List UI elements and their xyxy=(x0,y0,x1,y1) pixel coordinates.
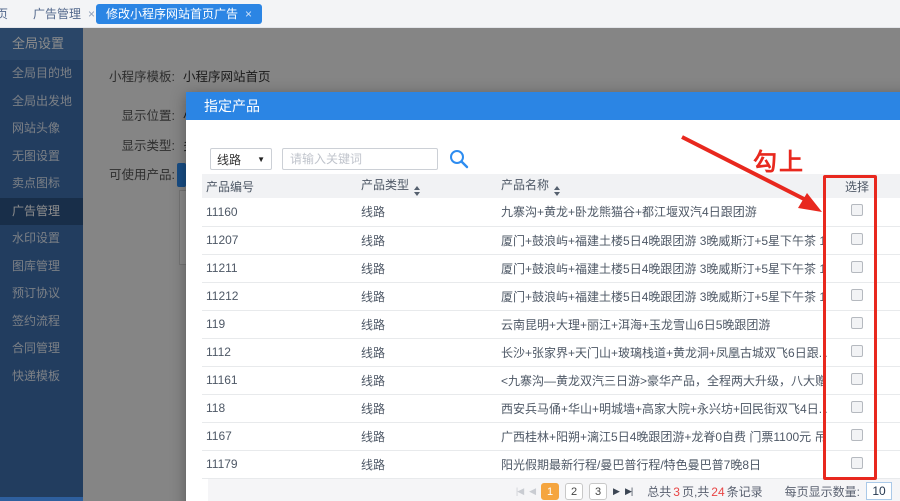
last-page-icon[interactable]: ▶| xyxy=(622,486,635,497)
first-page-icon[interactable]: |◀ xyxy=(513,486,526,497)
product-type-cell: 线路 xyxy=(357,450,497,478)
column-header-product-id: 产品编号 xyxy=(202,174,357,198)
table-row: 1112线路长沙+张家界+天门山+玻璃栈道+黄龙洞+凤凰古城双飞6日跟... xyxy=(202,338,900,366)
column-label: 产品类型 xyxy=(361,178,409,192)
product-name-cell: 厦门+鼓浪屿+福建土楼5日4晚跟团游 3晚威斯汀+5星下午茶 1... xyxy=(497,226,827,254)
product-name-cell: 广西桂林+阳朔+漓江5日4晚跟团游+龙脊0自费 门票1100元 吊... xyxy=(497,422,827,450)
product-id-cell: 1167 xyxy=(202,422,357,450)
row-checkbox[interactable] xyxy=(851,261,863,273)
table-row: 118线路西安兵马俑+华山+明城墙+高家大院+永兴坊+回民街双飞4日... xyxy=(202,394,900,422)
page-button[interactable]: 3 xyxy=(589,483,607,500)
total-records: 24 xyxy=(711,485,724,499)
column-label: 产品名称 xyxy=(501,178,549,192)
select-product-modal: 指定产品 线路 ▼ xyxy=(186,92,900,501)
column-header-product-name[interactable]: 产品名称 xyxy=(497,174,827,198)
modal-title: 指定产品 xyxy=(186,92,900,120)
product-type-cell: 线路 xyxy=(357,366,497,394)
product-name-cell: 长沙+张家界+天门山+玻璃栈道+黄龙洞+凤凰古城双飞6日跟... xyxy=(497,338,827,366)
page-button[interactable]: 2 xyxy=(565,483,583,500)
table-row: 11179线路阳光假期最新行程/曼巴普行程/特色曼巴普7晚8日 xyxy=(202,450,900,478)
products-table: 产品编号 产品类型 产品名称 选择 11160线路九寨沟+黄龙+卧龙熊猫谷+都江… xyxy=(202,174,900,479)
prev-page-icon[interactable]: ◀ xyxy=(526,486,538,497)
close-icon[interactable]: × xyxy=(245,7,252,21)
app-window: 页 广告管理× 修改小程序网站首页广告× 全局设置 全局目的地全局出发地网站头像… xyxy=(0,0,900,501)
row-checkbox[interactable] xyxy=(851,401,863,413)
table-row: 1167线路广西桂林+阳朔+漓江5日4晚跟团游+龙脊0自费 门票1100元 吊.… xyxy=(202,422,900,450)
table-row: 11207线路厦门+鼓浪屿+福建土楼5日4晚跟团游 3晚威斯汀+5星下午茶 1.… xyxy=(202,226,900,254)
product-type-cell: 线路 xyxy=(357,254,497,282)
product-id-cell: 11212 xyxy=(202,282,357,310)
search-button[interactable] xyxy=(448,148,470,170)
page-button[interactable]: 1 xyxy=(541,483,559,500)
tab-bar: 页 广告管理 × 修改小程序网站首页广告 × xyxy=(0,0,900,28)
caret-down-icon: ▼ xyxy=(257,155,265,164)
sort-arrows-icon[interactable] xyxy=(414,186,420,196)
table-row: 11211线路厦门+鼓浪屿+福建土楼5日4晚跟团游 3晚威斯汀+5星下午茶 1.… xyxy=(202,254,900,282)
next-page-icon[interactable]: ▶ xyxy=(610,486,622,497)
product-id-cell: 118 xyxy=(202,394,357,422)
per-page-select[interactable]: 10 xyxy=(866,482,892,500)
sidebar-bottom-strip xyxy=(0,497,83,501)
product-name-cell: 厦门+鼓浪屿+福建土楼5日4晚跟团游 3晚威斯汀+5星下午茶 1... xyxy=(497,282,827,310)
table-header-row: 产品编号 产品类型 产品名称 选择 xyxy=(202,174,900,198)
row-checkbox[interactable] xyxy=(851,204,863,216)
product-name-cell: 西安兵马俑+华山+明城墙+高家大院+永兴坊+回民街双飞4日... xyxy=(497,394,827,422)
pagination-bar: |◀ ◀ 123 ▶ ▶| 总共3页,共24条记录 每页显示数量: 10 xyxy=(208,479,900,501)
record-summary: 总共3页,共24条记录 xyxy=(647,483,762,500)
column-header-select: 选择 xyxy=(827,174,887,198)
product-id-cell: 11179 xyxy=(202,450,357,478)
product-id-cell: 119 xyxy=(202,310,357,338)
product-type-cell: 线路 xyxy=(357,198,497,226)
search-icon xyxy=(448,148,470,170)
tab-label: 修改小程序网站首页广告 xyxy=(106,7,238,21)
table-row: 119线路云南昆明+大理+丽江+洱海+玉龙雪山6日5晚跟团游 xyxy=(202,310,900,338)
product-id-cell: 11207 xyxy=(202,226,357,254)
close-icon[interactable]: × xyxy=(88,7,95,21)
row-checkbox[interactable] xyxy=(851,233,863,245)
product-type-cell: 线路 xyxy=(357,338,497,366)
product-name-cell: 九寨沟+黄龙+卧龙熊猫谷+都江堰双汽4日跟团游 xyxy=(497,198,827,226)
row-checkbox[interactable] xyxy=(851,345,863,357)
tab-edit-homepage-ad[interactable]: 修改小程序网站首页广告 × xyxy=(96,4,262,24)
table-row: 11160线路九寨沟+黄龙+卧龙熊猫谷+都江堰双汽4日跟团游 xyxy=(202,198,900,226)
product-id-cell: 1112 xyxy=(202,338,357,366)
product-name-cell: 阳光假期最新行程/曼巴普行程/特色曼巴普7晚8日 xyxy=(497,450,827,478)
product-type-cell: 线路 xyxy=(357,422,497,450)
total-pages: 3 xyxy=(673,485,680,499)
tab-label: 广告管理 xyxy=(33,7,81,21)
column-header-product-type[interactable]: 产品类型 xyxy=(357,174,497,198)
tab-home-partial[interactable]: 页 xyxy=(0,4,8,24)
sort-arrows-icon[interactable] xyxy=(554,186,560,196)
row-checkbox[interactable] xyxy=(851,289,863,301)
product-type-cell: 线路 xyxy=(357,310,497,338)
product-type-cell: 线路 xyxy=(357,282,497,310)
product-name-cell: <九寨沟—黄龙双汽三日游>豪华产品，全程两大升级，八大赠送 xyxy=(497,366,827,394)
row-checkbox[interactable] xyxy=(851,429,863,441)
product-id-cell: 11161 xyxy=(202,366,357,394)
product-type-cell: 线路 xyxy=(357,226,497,254)
product-id-cell: 11211 xyxy=(202,254,357,282)
product-name-cell: 厦门+鼓浪屿+福建土楼5日4晚跟团游 3晚威斯汀+5星下午茶 1... xyxy=(497,254,827,282)
row-checkbox[interactable] xyxy=(851,457,863,469)
row-checkbox[interactable] xyxy=(851,317,863,329)
product-id-cell: 11160 xyxy=(202,198,357,226)
table-row: 11161线路<九寨沟—黄龙双汽三日游>豪华产品，全程两大升级，八大赠送 xyxy=(202,366,900,394)
product-type-select[interactable]: 线路 ▼ xyxy=(210,148,272,170)
row-checkbox[interactable] xyxy=(851,373,863,385)
select-value: 线路 xyxy=(217,151,241,168)
table-row: 11212线路厦门+鼓浪屿+福建土楼5日4晚跟团游 3晚威斯汀+5星下午茶 1.… xyxy=(202,282,900,310)
tab-ad-management[interactable]: 广告管理 × xyxy=(33,4,95,24)
product-type-cell: 线路 xyxy=(357,394,497,422)
per-page-label: 每页显示数量: xyxy=(785,483,860,500)
tab-label: 页 xyxy=(0,7,8,21)
keyword-search-input[interactable] xyxy=(282,148,438,170)
product-name-cell: 云南昆明+大理+丽江+洱海+玉龙雪山6日5晚跟团游 xyxy=(497,310,827,338)
